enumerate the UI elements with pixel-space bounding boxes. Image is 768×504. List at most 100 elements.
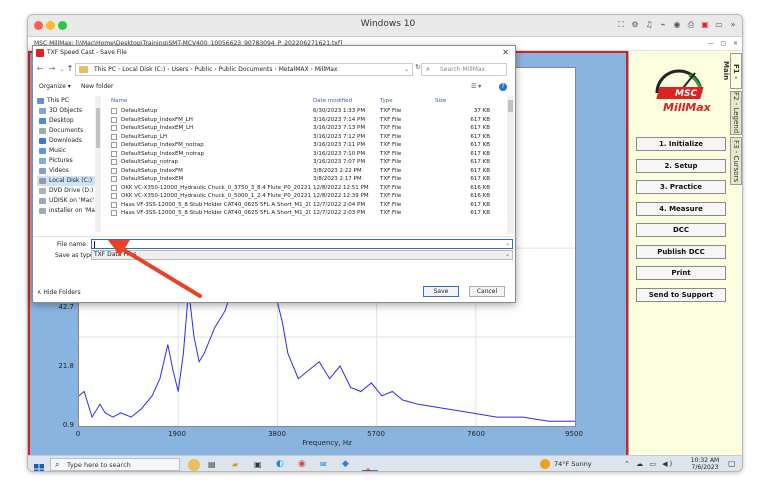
refresh-icon[interactable]: ↻ — [415, 63, 421, 71]
setup-button[interactable]: 2. Setup — [636, 159, 726, 173]
address-dropdown-icon[interactable]: ⌄ — [404, 64, 409, 75]
zoom-light[interactable] — [58, 21, 67, 30]
app-minimize-icon[interactable]: — — [708, 37, 714, 51]
file-row[interactable]: DefaultSetup_IndexFM_notrap 3/16/2023 7:1… — [105, 141, 505, 149]
column-size[interactable]: Size — [435, 96, 446, 106]
file-type: TXF File — [380, 201, 402, 208]
forward-icon[interactable]: » — [728, 20, 738, 30]
nav-item[interactable]: Documents — [37, 126, 101, 136]
nav-item[interactable]: This PC — [37, 96, 101, 106]
column-date[interactable]: Date modified — [313, 96, 352, 106]
new-folder-button[interactable]: New folder — [81, 80, 113, 94]
breadcrumb-item[interactable]: Public — [195, 66, 213, 73]
file-row[interactable]: OKK VC-X350-12000_Hydraulic Chuck_0_3750… — [105, 184, 505, 192]
breadcrumb-item[interactable]: Local Disk (C:) — [122, 66, 165, 73]
usb-icon[interactable]: ⌁ — [658, 20, 668, 30]
save-type-select[interactable]: TXF Data Files ⌄ — [91, 250, 513, 260]
weather-text[interactable]: 74°F Sunny — [554, 460, 592, 468]
file-row[interactable]: DefaultSetup_IndexFM 3/8/2023 2:22 PM TXF … — [105, 167, 505, 175]
microphone-icon[interactable]: ♫ — [644, 20, 654, 30]
taskbar-search[interactable]: ⌕ Type here to search — [50, 458, 180, 471]
clock[interactable]: 10:32 AM 7/6/2023 — [688, 457, 722, 471]
nav-item[interactable]: 3D Objects — [37, 106, 101, 116]
lock-icon[interactable]: ⛶ — [616, 20, 626, 30]
millmax-taskbar-icon[interactable]: ◈ — [362, 458, 378, 471]
hide-folders-button[interactable]: ∧ Hide Folders — [37, 289, 81, 296]
breadcrumb-item[interactable]: MillMax — [315, 66, 338, 73]
file-row[interactable]: DefaultSetup 6/30/2023 1:33 PM TXF File 37 … — [105, 107, 505, 115]
practice-button[interactable]: 3. Practice — [636, 180, 726, 194]
column-type[interactable]: Type — [380, 96, 393, 106]
file-list-scrollbar[interactable] — [507, 96, 514, 234]
file-row[interactable]: DefaultSetup_notrap 3/16/2023 7:07 PM TXF … — [105, 158, 505, 166]
breadcrumb-item[interactable]: Users — [172, 66, 189, 73]
dialog-close-icon[interactable]: ✕ — [502, 46, 509, 60]
window-icon[interactable]: ▭ — [714, 20, 724, 30]
view-options-icon[interactable]: ☰ ▾ — [471, 80, 481, 94]
chrome-icon[interactable]: ◉ — [298, 459, 306, 469]
tab-main[interactable]: F1 - Main — [722, 53, 742, 89]
nav-scrollbar[interactable] — [95, 96, 101, 232]
data-point — [548, 420, 550, 422]
camera-icon[interactable]: ◉ — [672, 20, 682, 30]
file-explorer-icon[interactable]: ▰ — [232, 460, 238, 469]
app-icon[interactable]: ◆ — [342, 459, 349, 469]
cortana-icon[interactable] — [188, 459, 200, 471]
nav-item[interactable]: Pictures — [37, 156, 101, 166]
publish-dcc-button[interactable]: Publish DCC — [636, 245, 726, 259]
minimize-light[interactable] — [46, 21, 55, 30]
save-type-dropdown-icon[interactable]: ⌄ — [505, 251, 510, 259]
nav-item[interactable]: Music — [37, 146, 101, 156]
app-close-icon[interactable]: ✕ — [733, 37, 738, 51]
up-arrow-icon[interactable]: ↑ — [65, 64, 75, 73]
settings-icon[interactable]: ⚙ — [630, 20, 640, 30]
nav-item[interactable]: Desktop — [37, 116, 101, 126]
help-icon[interactable]: ? — [499, 83, 507, 91]
notification-icon[interactable]: ▢ — [728, 459, 736, 468]
parallels-icon[interactable]: ▣ — [700, 20, 710, 30]
breadcrumb-item[interactable]: Public Documents — [219, 66, 273, 73]
app-maximize-icon[interactable]: ▢ — [720, 37, 726, 51]
column-name[interactable]: Name — [111, 96, 127, 106]
print-button[interactable]: Print — [636, 266, 726, 280]
file-row[interactable]: Haas VF-3SS-12000_5_8 Stub Holder CAT40_… — [105, 201, 505, 209]
search-box[interactable]: ⌕ Search MillMax — [421, 63, 507, 76]
print-icon[interactable]: ⎙ — [686, 20, 696, 30]
breadcrumb-item[interactable]: MetalMAX — [279, 66, 309, 73]
nav-item[interactable]: Videos — [37, 166, 101, 176]
file-row[interactable]: Haas VF-3SS-12000_5_8 Stub Holder CAT40_… — [105, 209, 505, 217]
file-name-input[interactable]: ⌄ — [91, 239, 513, 249]
nav-item[interactable]: installer on 'Mac' — [37, 206, 101, 216]
file-row[interactable]: DefaultSetup_IndexEM_notrap 3/16/2023 7:1… — [105, 150, 505, 158]
file-row[interactable]: DefaultSetup_IndexEM 3/8/2023 2:17 PM TXF … — [105, 175, 505, 183]
edge-icon[interactable]: ◐ — [276, 459, 284, 469]
nav-item[interactable]: DVD Drive (D:) C — [37, 186, 101, 196]
send-to-support-button[interactable]: Send to Support — [636, 288, 726, 302]
back-arrow-icon[interactable]: ← — [35, 64, 45, 73]
tray-icons[interactable]: ⌃ ☁ ▭ ◀) — [624, 460, 674, 468]
organize-button[interactable]: Organize ▾ — [39, 80, 71, 94]
initialize-button[interactable]: 1. Initialize — [636, 137, 726, 151]
nav-item[interactable]: UDISK on 'Mac' ( — [37, 196, 101, 206]
tab-legend[interactable]: F2 - Legend — [730, 91, 742, 135]
cancel-button[interactable]: Cancel — [469, 286, 505, 297]
mail-icon[interactable]: ✉ — [320, 460, 327, 469]
file-row[interactable]: DefaultSetup_IndexFM_LH 3/16/2023 7:14 PM… — [105, 116, 505, 124]
breadcrumb-item[interactable]: This PC — [94, 66, 116, 73]
close-light[interactable] — [34, 21, 43, 30]
task-view-icon[interactable]: ▤ — [208, 460, 216, 469]
measure-button[interactable]: 4. Measure — [636, 202, 726, 216]
dcc-button[interactable]: DCC — [636, 223, 726, 237]
nav-item[interactable]: Downloads — [37, 136, 101, 146]
file-row[interactable]: OKK VC-X350-12000_Hydraulic Chuck_0_5000… — [105, 192, 505, 200]
file-name-dropdown-icon[interactable]: ⌄ — [505, 240, 510, 247]
windows-start-icon[interactable] — [34, 459, 44, 471]
save-button[interactable]: Save — [423, 286, 459, 297]
tab-cursors[interactable]: F3 - Cursors — [730, 137, 742, 185]
file-row[interactable]: DefaultSetup_IndexEM_LH 3/16/2023 7:13 PM… — [105, 124, 505, 132]
store-icon[interactable]: ▣ — [254, 460, 262, 469]
forward-arrow-icon[interactable]: → — [47, 64, 57, 73]
nav-item[interactable]: Local Disk (C:) — [37, 176, 101, 186]
address-bar[interactable]: This PC › Local Disk (C:) › Users › Publ… — [75, 63, 413, 76]
file-row[interactable]: DefaultSetup_LH 3/16/2023 7:12 PM TXF File… — [105, 133, 505, 141]
